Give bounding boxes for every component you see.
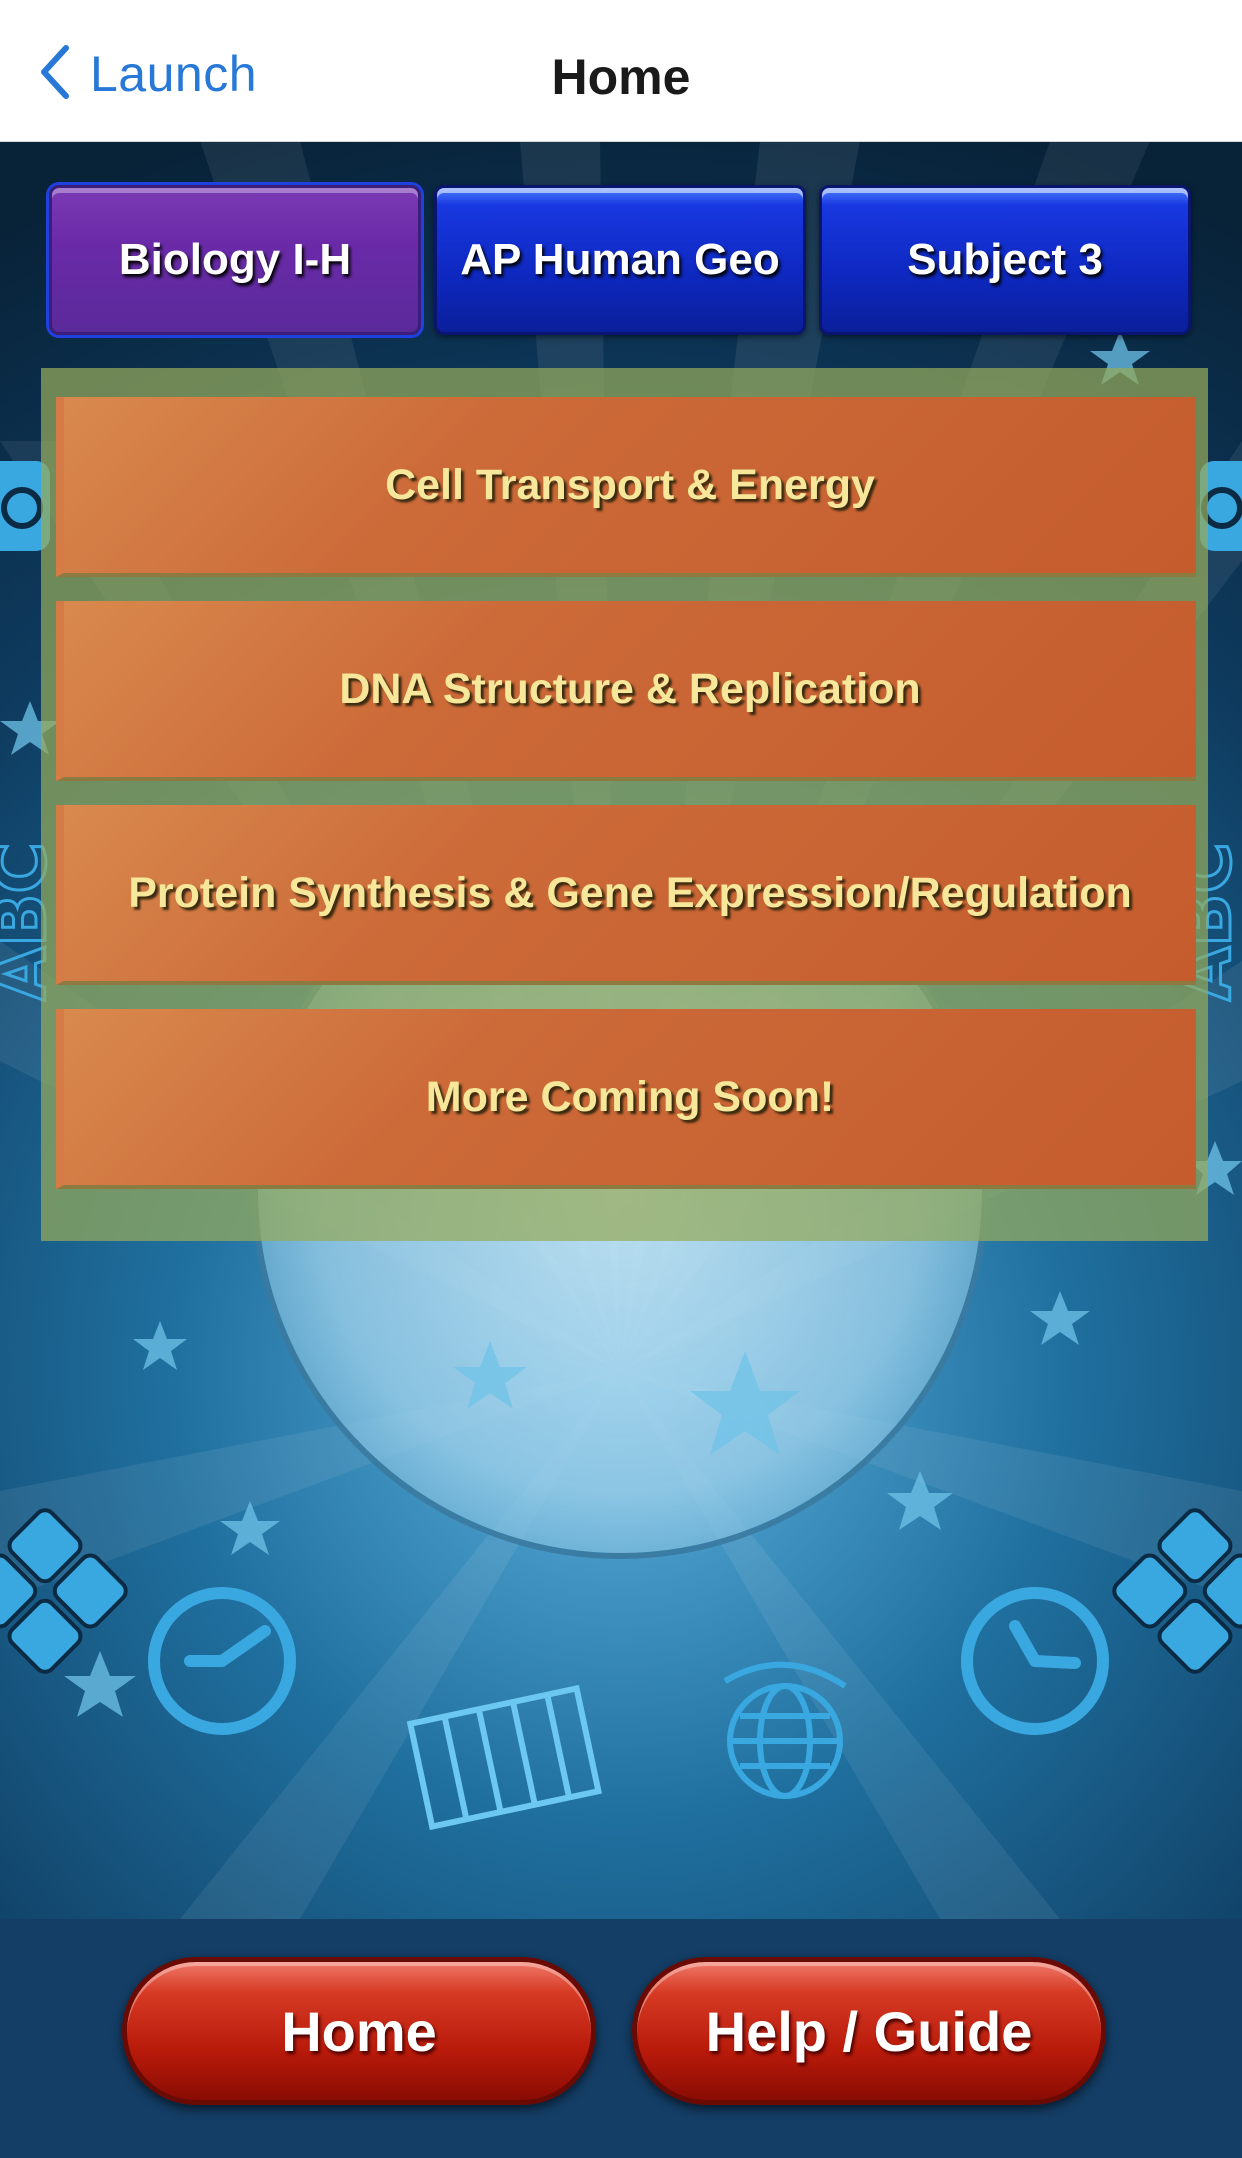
topic-protein-synthesis-button[interactable]: Protein Synthesis & Gene Expression/Regu…	[56, 805, 1196, 985]
tab-subject-3[interactable]: Subject 3	[819, 185, 1191, 335]
help-guide-button[interactable]: Help / Guide	[632, 1957, 1106, 2105]
navigation-bar: Launch Home	[0, 0, 1242, 142]
topic-cell-transport-button[interactable]: Cell Transport & Energy	[56, 397, 1196, 577]
tab-biology-i-h[interactable]: Biology I-H	[49, 185, 421, 335]
topic-dna-structure-button[interactable]: DNA Structure & Replication	[56, 601, 1196, 781]
home-button[interactable]: Home	[122, 1957, 596, 2105]
topic-more-coming-soon-button[interactable]: More Coming Soon!	[56, 1009, 1196, 1189]
tab-ap-human-geo[interactable]: AP Human Geo	[434, 185, 806, 335]
topic-list-panel: Cell Transport & Energy DNA Structure & …	[41, 368, 1208, 1241]
page-title: Home	[551, 49, 691, 105]
